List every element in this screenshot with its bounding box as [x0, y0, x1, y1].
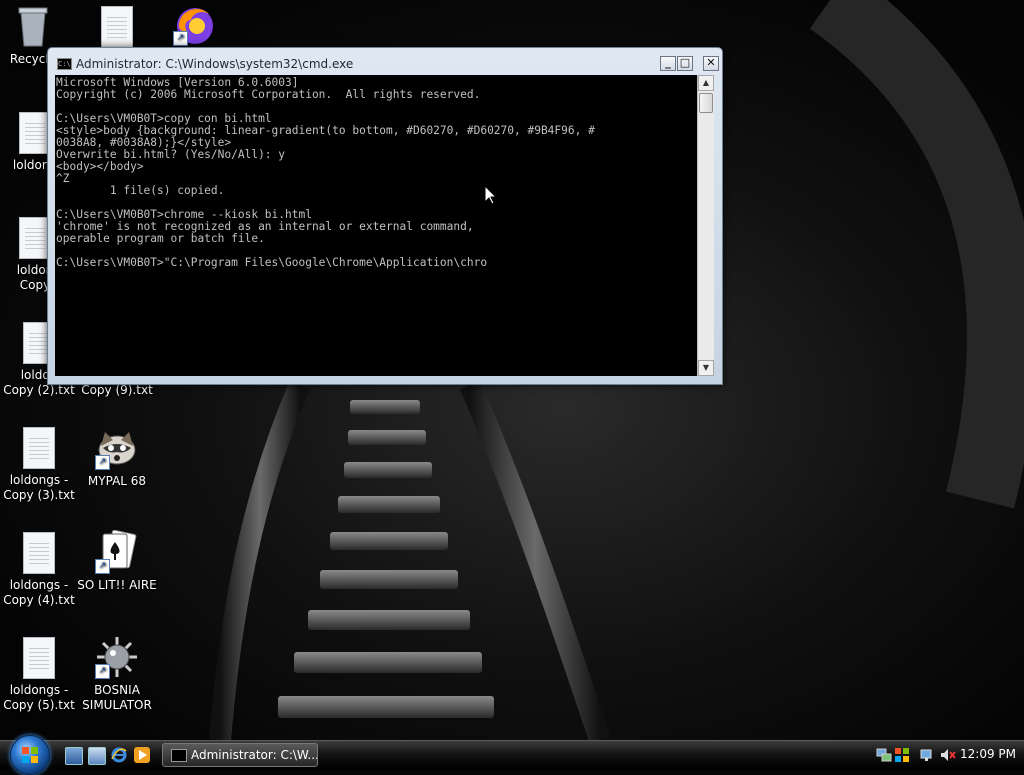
volume-muted-icon[interactable] [940, 747, 956, 763]
desktop-icon-label: loldongs - [9, 578, 69, 592]
scroll-up-button[interactable]: ▲ [698, 75, 714, 91]
desktop-icon-label-line2: Copy [19, 278, 51, 292]
console-output[interactable]: Microsoft Windows [Version 6.0.6003] Cop… [55, 75, 697, 376]
text-document-icon [23, 532, 55, 574]
raccoon-mypal-icon: ↗ [95, 426, 139, 470]
maximize-button[interactable]: □ [677, 56, 693, 71]
network-sharing-icon[interactable] [876, 747, 892, 763]
security-center-icon[interactable] [894, 747, 910, 763]
windows-flag-icon [22, 747, 38, 763]
desktop-icon-label-line2: Copy (2).txt [3, 383, 75, 397]
cmd-icon [171, 749, 187, 762]
desktop-icon-label: Copy (9).txt [81, 383, 153, 397]
minimize-button[interactable]: _ [660, 56, 676, 71]
desktop-icon-label-line2: Copy (3).txt [3, 488, 75, 502]
desktop-icon-label-line2: Copy (5).txt [3, 698, 75, 712]
desktop-icon-mypal[interactable]: ↗ MYPAL 68 [72, 426, 162, 489]
network-icon[interactable] [920, 747, 936, 763]
desktop-icon-label: BOSNIA [94, 683, 140, 697]
switch-windows-icon[interactable] [88, 747, 106, 765]
desktop-icon-label: MYPAL 68 [87, 474, 147, 488]
shortcut-arrow-icon: ↗ [95, 664, 110, 679]
text-document-icon [23, 427, 55, 469]
vertical-scrollbar[interactable]: ▲ ▼ [697, 75, 714, 376]
firefox-icon: ↗ [173, 2, 217, 46]
scroll-down-button[interactable]: ▼ [698, 360, 714, 376]
taskbar: Administrator: C:\W... 12:09 PM [0, 735, 1024, 775]
shortcut-arrow-icon: ↗ [95, 559, 110, 574]
desktop-icon-label: SO LIT!! AIRE [77, 578, 157, 592]
desktop-icon-label: loldongs - [9, 473, 69, 487]
start-button[interactable] [10, 735, 50, 775]
console-text: Microsoft Windows [Version 6.0.6003] Cop… [56, 76, 595, 269]
internet-explorer-icon[interactable] [111, 747, 127, 763]
mine-icon: ↗ [95, 635, 139, 679]
text-document-icon [23, 637, 55, 679]
media-player-icon[interactable] [134, 747, 150, 763]
window-title: Administrator: C:\Windows\system32\cmd.e… [76, 57, 354, 71]
close-button[interactable]: ✕ [703, 56, 719, 71]
cmd-window[interactable]: C:\ Administrator: C:\Windows\system32\c… [47, 47, 723, 385]
scroll-thumb[interactable] [699, 93, 713, 113]
desktop-icon-document[interactable] [72, 6, 162, 52]
playing-card-icon: ↗ [95, 529, 139, 574]
shortcut-arrow-icon: ↗ [95, 455, 110, 470]
taskbar-button-cmd[interactable]: Administrator: C:\W... [162, 743, 318, 767]
desktop-icon-solitaire[interactable]: ↗ SO LIT!! AIRE [72, 529, 162, 593]
desktop-icon-copy-9[interactable]: Copy (9).txt [72, 383, 162, 398]
mouse-cursor-icon [484, 184, 498, 209]
window-titlebar[interactable]: C:\ Administrator: C:\Windows\system32\c… [48, 48, 722, 75]
taskbar-button-label: Administrator: C:\W... [191, 748, 318, 762]
desktop-icon-label: loldongs - [9, 683, 69, 697]
recycle-bin-icon [11, 4, 55, 48]
desktop-icon-label-line2: Copy (4).txt [3, 593, 75, 607]
cmd-icon: C:\ [57, 58, 72, 70]
text-document-icon [101, 6, 133, 48]
show-desktop-icon[interactable] [65, 747, 83, 765]
desktop-icon-firefox[interactable]: ↗ [150, 2, 240, 50]
desktop-icon-label-line2: SIMULATOR [82, 698, 152, 712]
taskbar-clock[interactable]: 12:09 PM [960, 747, 1016, 761]
shortcut-arrow-icon: ↗ [173, 31, 188, 46]
desktop-icon-bosnia-simulator[interactable]: ↗ BOSNIA SIMULATOR [72, 635, 162, 713]
